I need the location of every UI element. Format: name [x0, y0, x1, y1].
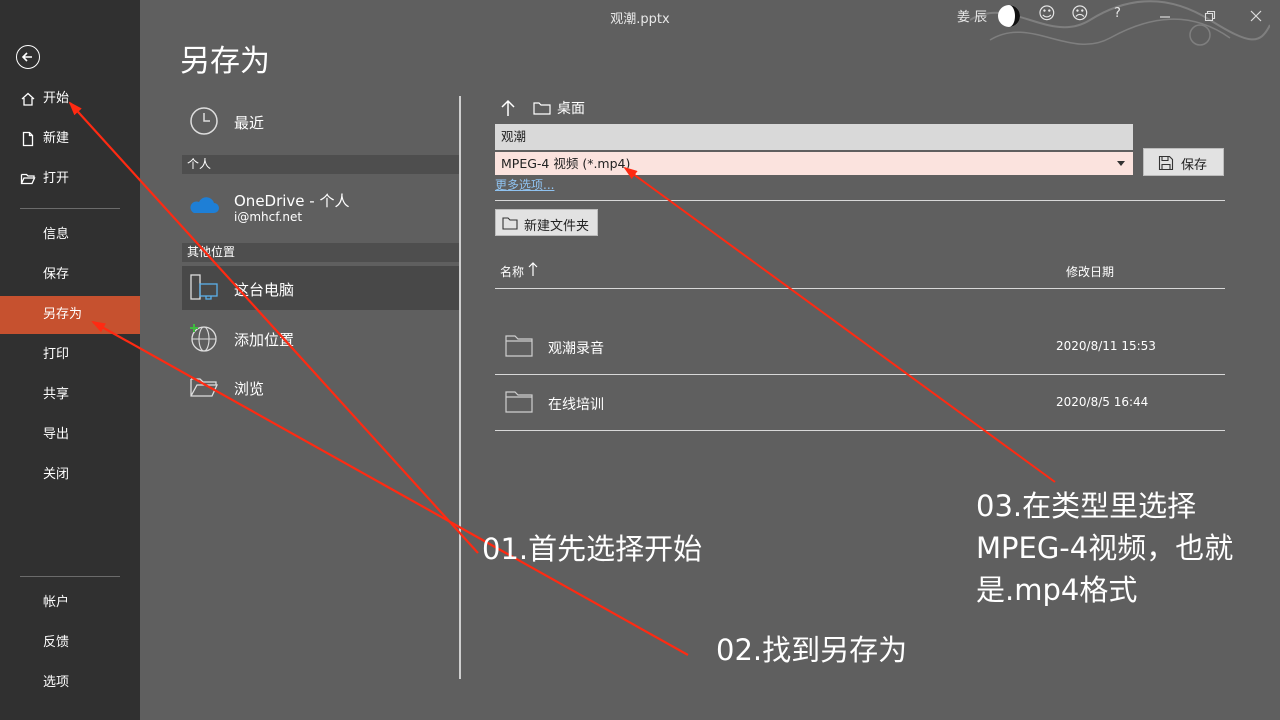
- file-date: 2020/8/11 15:53: [1056, 339, 1156, 353]
- floppy-disk-icon: [1158, 155, 1174, 171]
- folder-icon: [533, 102, 551, 115]
- divider: [495, 288, 1225, 289]
- clock-icon: [190, 107, 218, 135]
- nav-open-label: 打开: [43, 171, 70, 186]
- divider: [495, 430, 1225, 431]
- onedrive-name: OneDrive - 个人: [234, 192, 350, 210]
- nav-export[interactable]: 导出: [0, 416, 140, 454]
- annotation-step3-line1: 03.在类型里选择: [976, 489, 1197, 523]
- nav-feedback-label: 反馈: [43, 635, 70, 650]
- column-header-date[interactable]: 修改日期: [1066, 263, 1114, 280]
- nav-export-label: 导出: [43, 427, 70, 442]
- help-icon[interactable]: ?: [1114, 6, 1121, 21]
- nav-share[interactable]: 共享: [0, 376, 140, 414]
- file-date: 2020/8/5 16:44: [1056, 395, 1149, 409]
- nav-save-as[interactable]: 另存为: [0, 296, 140, 334]
- nav-info-label: 信息: [43, 227, 70, 242]
- file-name: 观潮录音: [548, 341, 604, 357]
- document-title: 观潮.pptx: [610, 12, 670, 27]
- nav-save[interactable]: 保存: [0, 256, 140, 294]
- location-browse-label: 浏览: [234, 380, 265, 398]
- annotation-step3-line3: 是.mp4格式: [976, 573, 1138, 607]
- nav-open[interactable]: 打开: [0, 160, 140, 198]
- nav-home-label: 开始: [43, 91, 70, 106]
- column-divider: [459, 96, 461, 679]
- nav-account[interactable]: 帐户: [0, 584, 140, 622]
- restore-icon[interactable]: [1203, 9, 1217, 23]
- sidebar-divider: [20, 208, 120, 209]
- annotation-step1: 01.首先选择开始: [482, 532, 703, 566]
- smile-feedback-icon[interactable]: ☺: [1038, 4, 1056, 24]
- save-button-label: 保存: [1181, 158, 1208, 173]
- nav-close[interactable]: 关闭: [0, 456, 140, 494]
- onedrive-email: i@mhcf.net: [234, 210, 303, 224]
- folder-icon: [505, 391, 533, 413]
- globe-add-icon: [190, 324, 217, 352]
- location-browse[interactable]: 浏览: [182, 365, 460, 409]
- back-arrow-icon: [21, 52, 32, 62]
- nav-print[interactable]: 打印: [0, 336, 140, 374]
- nav-share-label: 共享: [43, 387, 70, 402]
- nav-close-label: 关闭: [43, 467, 70, 482]
- new-folder-label: 新建文件夹: [524, 219, 590, 234]
- up-arrow-icon[interactable]: [500, 99, 516, 117]
- section-header-other: 其他位置: [182, 243, 460, 262]
- breadcrumb[interactable]: 桌面: [557, 98, 585, 118]
- filename-input[interactable]: 观潮: [495, 124, 1133, 150]
- nav-feedback[interactable]: 反馈: [0, 624, 140, 662]
- location-recent-label: 最近: [234, 114, 265, 132]
- page-title: 另存为: [180, 44, 270, 79]
- avatar[interactable]: [997, 4, 1021, 28]
- computer-icon: [190, 274, 218, 300]
- filetype-select[interactable]: MPEG-4 视频 (*.mp4): [495, 152, 1133, 175]
- close-icon[interactable]: [1249, 9, 1263, 23]
- nav-save-as-label: 另存为: [43, 307, 83, 322]
- divider: [495, 200, 1225, 201]
- file-row[interactable]: 在线培训 2020/8/5 16:44: [495, 374, 1225, 430]
- section-header-personal: 个人: [182, 155, 460, 174]
- location-onedrive[interactable]: OneDrive - 个人 i@mhcf.net: [182, 184, 460, 230]
- annotation-step3-line2: MPEG-4视频，也就: [976, 531, 1234, 565]
- file-name: 在线培训: [548, 397, 604, 413]
- chevron-down-icon: [1117, 161, 1125, 166]
- annotation-step2: 02.找到另存为: [716, 633, 908, 667]
- nav-save-label: 保存: [43, 267, 70, 282]
- location-add-place[interactable]: 添加位置: [182, 316, 460, 360]
- nav-new[interactable]: 新建: [0, 120, 140, 158]
- home-icon: [21, 92, 35, 106]
- nav-print-label: 打印: [43, 347, 70, 362]
- new-folder-button[interactable]: 新建文件夹: [495, 209, 598, 236]
- new-file-icon: [22, 131, 34, 147]
- sidebar-divider: [20, 576, 120, 577]
- user-name[interactable]: 姜 辰: [957, 6, 987, 25]
- file-row[interactable]: 观潮录音 2020/8/11 15:53: [495, 318, 1225, 374]
- nav-new-label: 新建: [43, 131, 70, 146]
- column-header-name[interactable]: 名称: [500, 263, 524, 280]
- nav-home[interactable]: 开始: [0, 80, 140, 118]
- minimize-icon[interactable]: [1158, 10, 1172, 24]
- onedrive-cloud-icon: [190, 197, 219, 213]
- open-folder-icon: [20, 173, 36, 185]
- back-button[interactable]: [16, 45, 40, 69]
- nav-options[interactable]: 选项: [0, 664, 140, 702]
- title-bar: 观潮.pptx 姜 辰 ☺ ☹ ?: [140, 0, 1280, 46]
- location-this-pc-label: 这台电脑: [234, 281, 295, 299]
- folder-browse-icon: [190, 378, 219, 397]
- location-recent[interactable]: 最近: [182, 99, 460, 143]
- nav-options-label: 选项: [43, 675, 70, 690]
- more-options-link[interactable]: 更多选项...: [495, 176, 554, 193]
- nav-account-label: 帐户: [43, 595, 70, 610]
- filetype-value: MPEG-4 视频 (*.mp4): [501, 156, 631, 171]
- sort-up-icon[interactable]: [528, 261, 538, 277]
- location-add-place-label: 添加位置: [234, 331, 295, 349]
- backstage-sidebar: 开始 新建 打开 信息 保存 另存为 打印 共享 导出 关闭 帐户 反馈 选项: [0, 0, 140, 720]
- location-this-pc[interactable]: 这台电脑: [182, 266, 460, 310]
- folder-icon: [505, 335, 533, 357]
- save-button[interactable]: 保存: [1143, 148, 1224, 176]
- frown-feedback-icon[interactable]: ☹: [1071, 4, 1089, 24]
- nav-info[interactable]: 信息: [0, 216, 140, 254]
- new-folder-icon: [502, 217, 518, 230]
